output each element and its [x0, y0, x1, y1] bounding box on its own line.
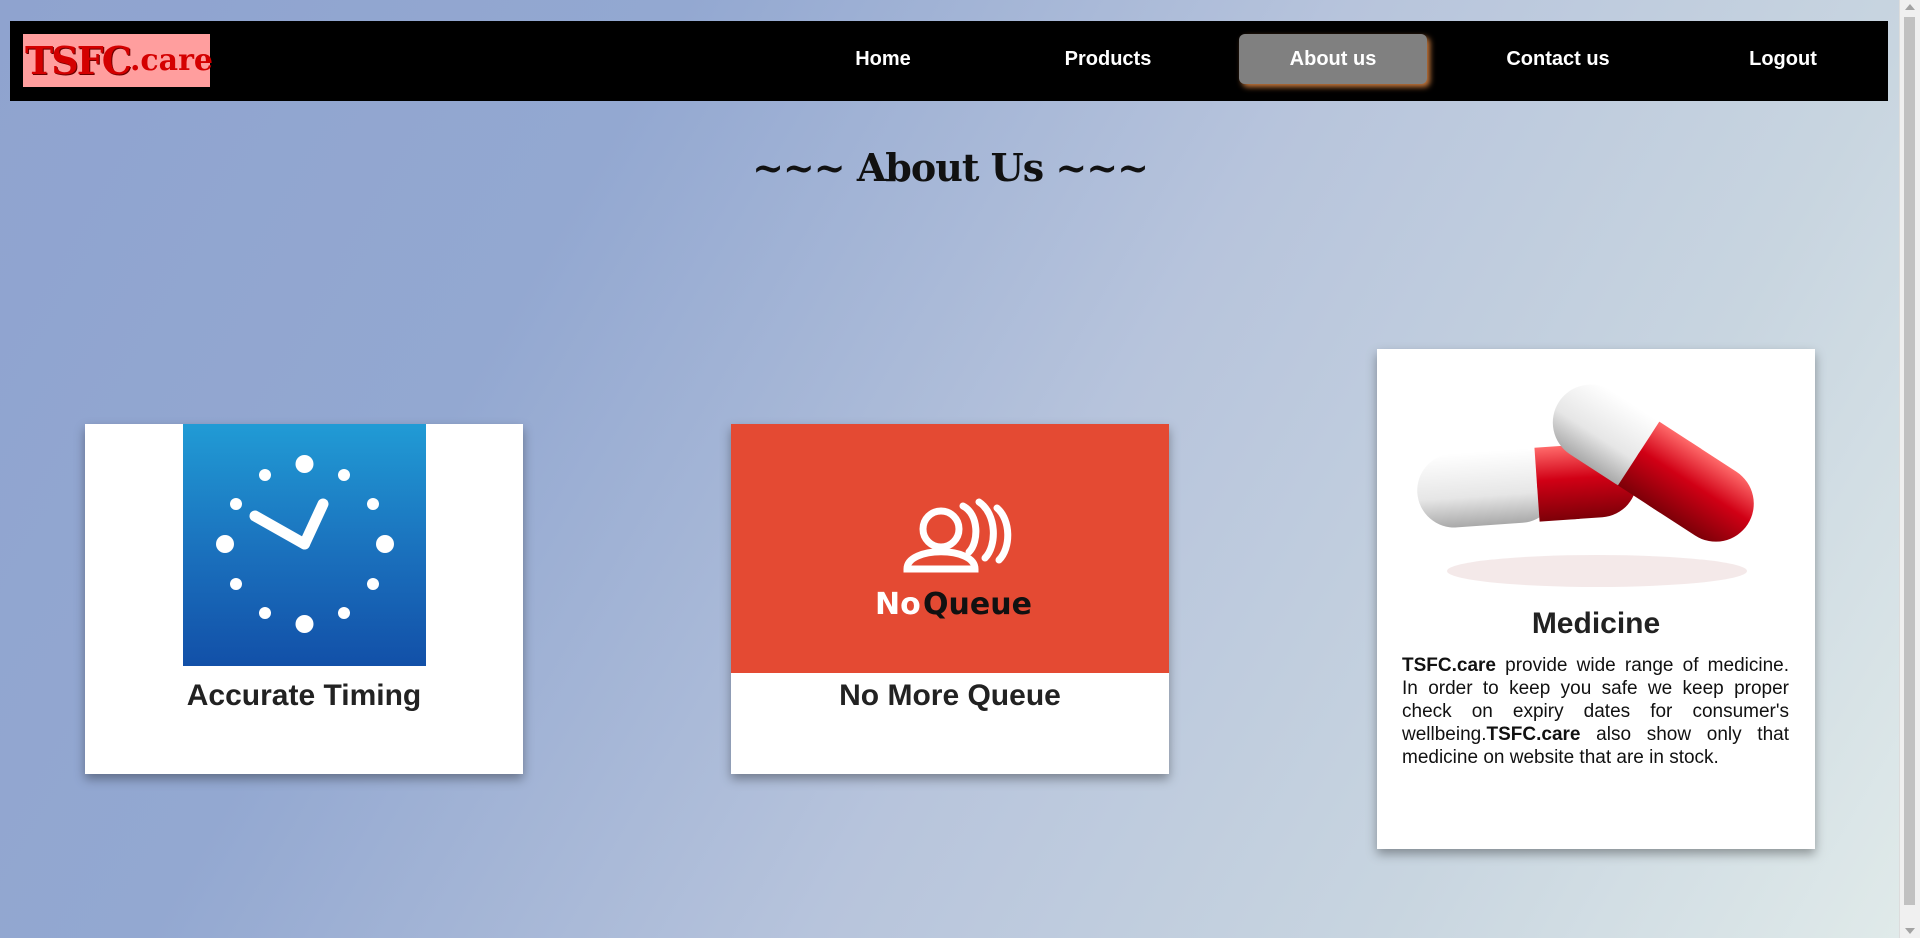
pills-image	[1397, 359, 1795, 594]
card-title: Medicine	[1531, 607, 1661, 640]
scroll-up-icon[interactable]	[1905, 4, 1915, 10]
card-description: TSFC.care provide wide range of medicine…	[1402, 654, 1789, 769]
feature-card-no-more-queue: No Queue No More Queue	[731, 424, 1169, 774]
nav-products[interactable]: Products	[1014, 34, 1202, 84]
page-title: ~~~ About Us ~~~	[752, 145, 1149, 190]
feature-card-accurate-timing: Accurate Timing	[85, 424, 523, 774]
nav-contact-us[interactable]: Contact us	[1464, 34, 1652, 84]
nav-about-us[interactable]: About us	[1239, 34, 1427, 84]
scrollbar-thumb[interactable]	[1904, 17, 1915, 905]
card-title: Accurate Timing	[186, 679, 422, 712]
card-title: No More Queue	[839, 679, 1061, 712]
vertical-scrollbar[interactable]	[1899, 0, 1920, 938]
scroll-down-icon[interactable]	[1905, 928, 1915, 934]
feature-card-medicine: Medicine TSFC.care provide wide range of…	[1377, 349, 1815, 849]
nav-logout[interactable]: Logout	[1689, 34, 1877, 84]
logo-no-text: No	[875, 587, 921, 622]
logo-queue-text: Queue	[923, 587, 1032, 622]
logo-brand-text: TSFC	[25, 38, 132, 83]
clock-icon	[183, 424, 426, 666]
brand-name: TSFC.care	[1402, 655, 1496, 676]
no-queue-logo: No Queue	[731, 424, 1169, 673]
logo-tld-text: .care	[129, 43, 213, 78]
nav-home[interactable]: Home	[789, 34, 977, 84]
top-navbar: TSFC .care Home Products About us Contact…	[10, 21, 1888, 101]
site-logo[interactable]: TSFC .care	[23, 34, 213, 87]
brand-name: TSFC.care	[1486, 724, 1581, 745]
